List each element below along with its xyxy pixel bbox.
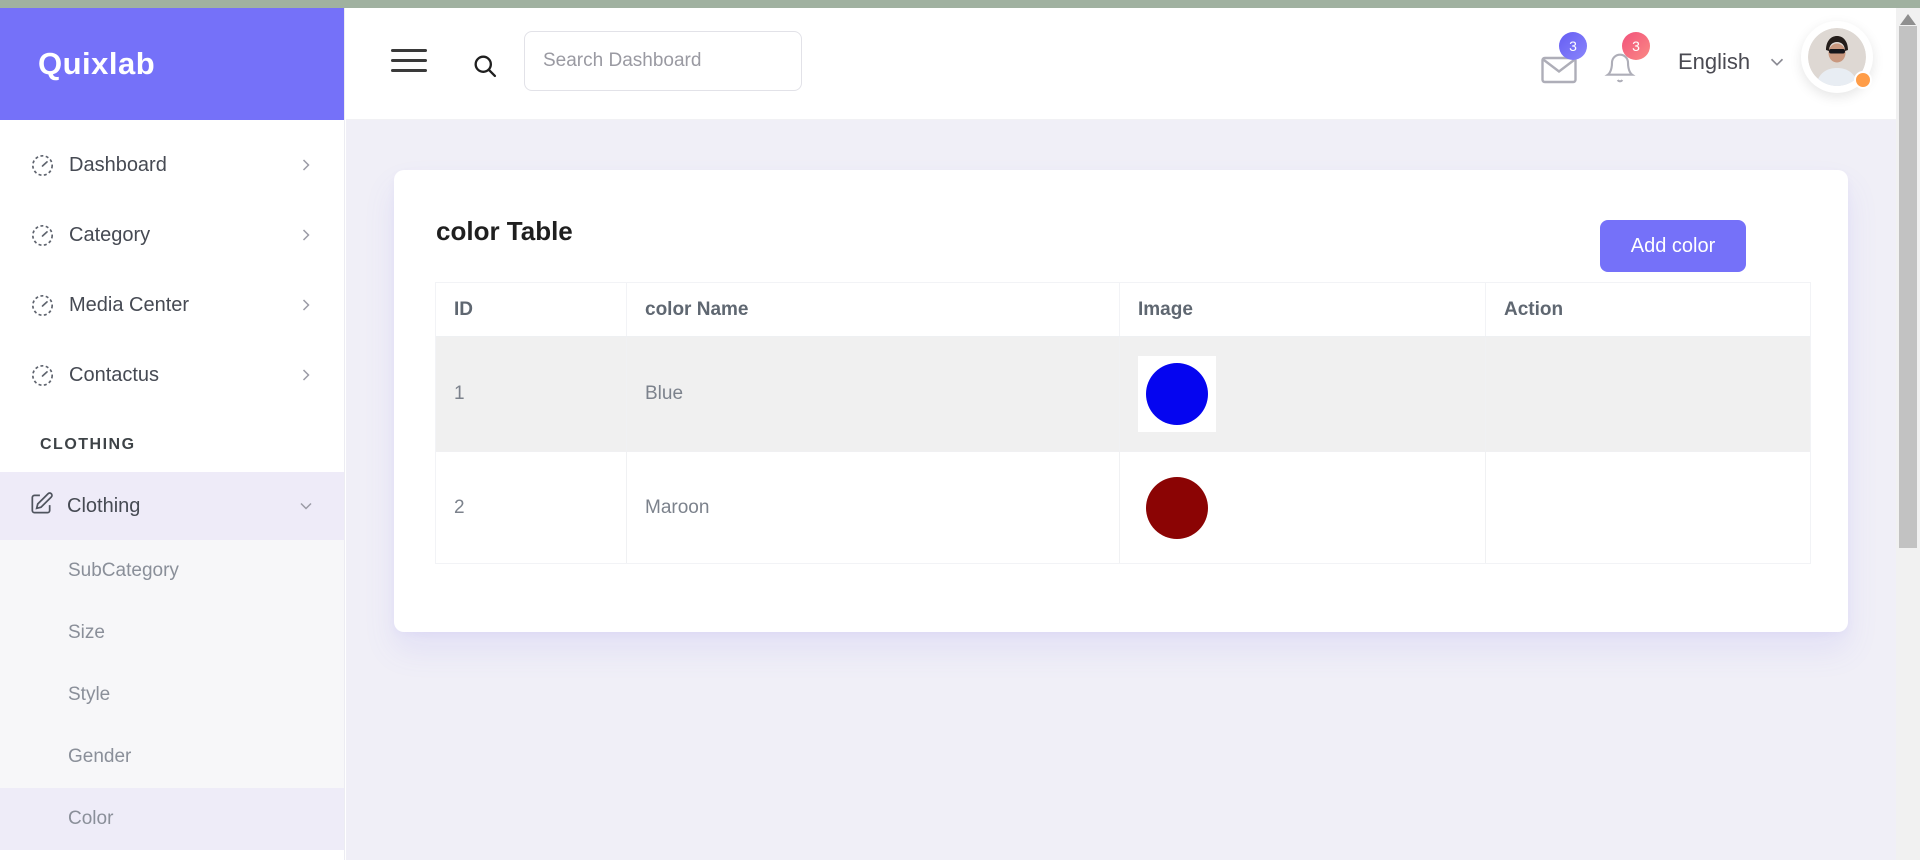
gauge-icon <box>28 291 56 319</box>
column-header-color-name: color Name <box>626 283 1119 336</box>
table-header-row: ID color Name Image Action <box>436 283 1810 337</box>
search-input[interactable] <box>524 31 802 91</box>
brand-name: Quixlab <box>38 46 156 81</box>
cell-color-name: Blue <box>626 337 1119 451</box>
sidebar-subitem-style[interactable]: Style <box>0 664 344 726</box>
window-top-edge <box>0 0 1920 8</box>
search-icon[interactable] <box>471 52 499 85</box>
sidebar-section-clothing: CLOTHING <box>40 436 136 453</box>
sidebar-item-category[interactable]: Category <box>0 200 344 270</box>
sidebar-item-clothing[interactable]: Clothing <box>0 472 344 540</box>
column-header-id: ID <box>454 298 473 320</box>
hamburger-icon <box>391 49 427 52</box>
mail-icon <box>1541 56 1577 84</box>
sidebar-item-label: Dashboard <box>69 153 167 176</box>
cell-action <box>1485 452 1810 563</box>
cell-id: 1 <box>454 383 465 404</box>
sidebar-item-contactus[interactable]: Contactus <box>0 340 344 410</box>
messages-button[interactable]: 3 <box>1541 32 1591 86</box>
online-status-dot <box>1854 71 1872 89</box>
top-header: 3 3 English <box>346 8 1896 120</box>
sidebar-nav: Dashboard Category Media Center Contactu… <box>0 120 344 410</box>
sidebar-item-media-center[interactable]: Media Center <box>0 270 344 340</box>
table-row: 1 Blue <box>436 337 1810 452</box>
cell-action <box>1485 337 1810 451</box>
sidebar: Quixlab Dashboard Category Media Center … <box>0 8 345 860</box>
sidebar-item-label: Category <box>69 223 151 246</box>
add-color-button[interactable]: Add color <box>1600 220 1746 272</box>
cell-image <box>1119 337 1485 451</box>
column-header-image: Image <box>1119 283 1485 336</box>
chevron-down-icon <box>296 496 316 516</box>
sidebar-subitem-gender[interactable]: Gender <box>0 726 344 788</box>
sidebar-subitem-subcategory[interactable]: SubCategory <box>0 540 344 602</box>
language-selector[interactable]: English <box>1678 49 1788 75</box>
cell-image <box>1119 452 1485 563</box>
menu-toggle-button[interactable] <box>391 49 427 75</box>
notifications-button[interactable]: 3 <box>1604 32 1654 86</box>
sidebar-item-label: Clothing <box>67 494 141 517</box>
sidebar-subitem-color[interactable]: Color <box>0 788 344 850</box>
browser-scrollbar[interactable] <box>1896 8 1920 860</box>
messages-badge: 3 <box>1559 32 1587 60</box>
language-label: English <box>1678 49 1751 74</box>
gauge-icon <box>28 151 56 179</box>
chevron-right-icon <box>296 295 316 315</box>
color-swatch <box>1146 363 1208 425</box>
brand-logo[interactable]: Quixlab <box>0 8 344 120</box>
chevron-right-icon <box>296 365 316 385</box>
sidebar-item-dashboard[interactable]: Dashboard <box>0 130 344 200</box>
chevron-right-icon <box>296 155 316 175</box>
table-row: 2 Maroon <box>436 452 1810 563</box>
scrollbar-thumb[interactable] <box>1899 26 1917 548</box>
column-header-action: Action <box>1485 283 1810 336</box>
clothing-submenu: SubCategory Size Style Gender Color <box>0 540 344 850</box>
sidebar-item-label: Contactus <box>69 363 160 386</box>
color-table-card: color Table Add color ID color Name Imag… <box>394 170 1848 632</box>
sidebar-subitem-size[interactable]: Size <box>0 602 344 664</box>
cell-id: 2 <box>454 496 465 518</box>
color-image <box>1138 469 1216 546</box>
color-table: ID color Name Image Action 1 Blue 2 Maro… <box>435 282 1811 564</box>
gauge-icon <box>28 361 56 389</box>
scroll-up-button[interactable] <box>1900 14 1916 25</box>
color-swatch <box>1146 476 1208 539</box>
cell-color-name: Maroon <box>626 452 1119 563</box>
chevron-down-icon <box>1771 58 1784 66</box>
main-content: color Table Add color ID color Name Imag… <box>346 120 1896 860</box>
user-avatar[interactable] <box>1801 21 1873 93</box>
gauge-icon <box>28 221 56 249</box>
page-title: color Table <box>436 216 573 246</box>
edit-icon <box>28 491 54 522</box>
notifications-badge: 3 <box>1622 32 1650 60</box>
color-image <box>1138 356 1216 432</box>
chevron-right-icon <box>296 225 316 245</box>
sidebar-item-label: Media Center <box>69 293 190 316</box>
